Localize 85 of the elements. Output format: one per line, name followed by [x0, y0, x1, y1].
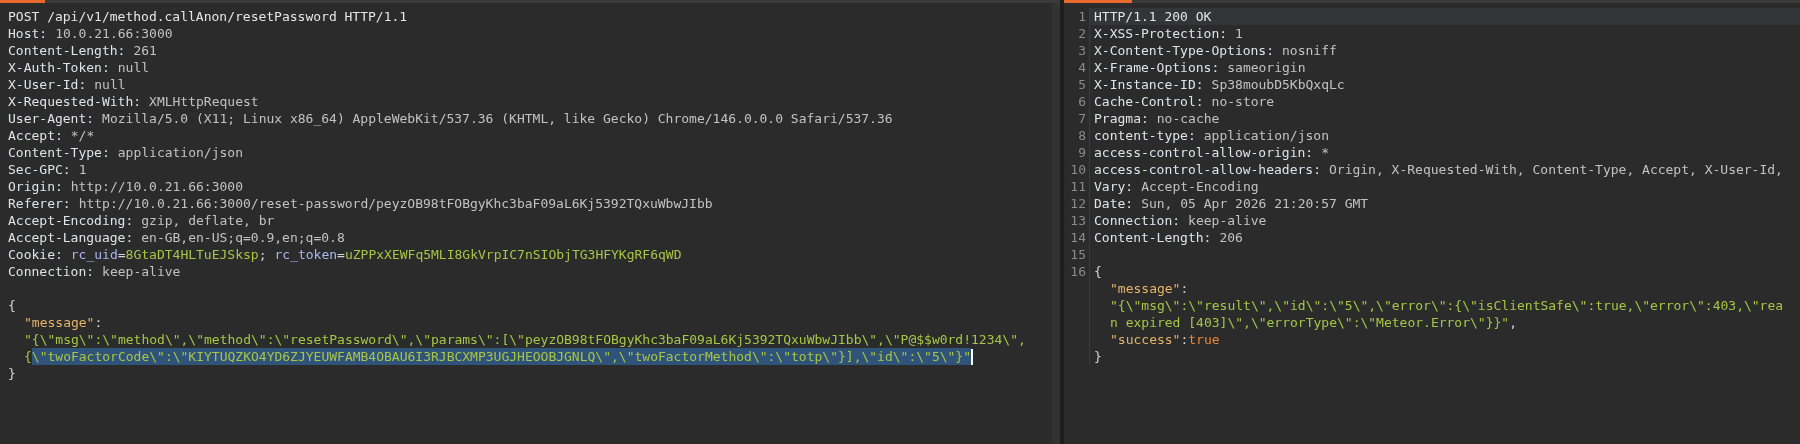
status-line: HTTP/1.1 200 OK	[1094, 8, 1212, 25]
header-value: application/json	[1203, 127, 1329, 144]
header-name: Cookie:	[8, 246, 63, 263]
header-value: http://10.0.21.66:3000	[70, 178, 243, 195]
scrollbar[interactable]	[1052, 3, 1060, 444]
header-value: *	[1321, 144, 1329, 161]
header-name: Content-Type:	[8, 144, 110, 161]
json-key: "message"	[24, 314, 95, 331]
header-value: 206	[1219, 229, 1243, 246]
header-value: Accept-Encoding	[1141, 178, 1259, 195]
header-value: Origin, X-Requested-With, Content-Type, Accept, X-User-Id,	[1329, 161, 1783, 178]
header-value: null	[117, 59, 150, 76]
json-string: "{\"msg\":\"result\",\"id\":\"5\",\"error\":{\"isClientSafe\":true,\"error\":403,\"rea	[1110, 297, 1784, 314]
header-value: null	[94, 76, 126, 93]
header-name: User-Agent:	[8, 110, 95, 127]
header-name: Pragma:	[1094, 110, 1149, 127]
json-string: \"twoFactorCode\":\"KIYTUQZKO4YD6ZJYEUWFAMB4OBAU6I3RJBCXMP3UGJHEOOBJGNLQ\",\"twoFactorMethod\":\"totp\"}],\"id\":\"5\"}"	[31, 348, 972, 365]
punctuation: {	[1094, 263, 1102, 280]
header-name: Date:	[1094, 195, 1134, 212]
punctuation: }	[8, 365, 16, 382]
header-name: Connection:	[1094, 212, 1181, 229]
json-boolean: true	[1188, 331, 1220, 348]
header-value: 261	[133, 42, 157, 59]
header-name: X-XSS-Protection:	[1094, 25, 1228, 42]
header-name: X-Auth-Token:	[8, 59, 110, 76]
json-key: "message"	[1110, 280, 1181, 297]
header-name: X-Frame-Options:	[1094, 59, 1220, 76]
json-string: "{\"msg\":\"method\",\"method\":\"resetPassword\",\"params\":[\"peyzOB98tFOBgyKhc3baF09aL6Kj5392TQxuWbwJIbb\",\"P@$$w0rd!1234\",	[24, 331, 1026, 348]
request-line: POST /api/v1/method.callAnon/resetPassword HTTP/1.1	[8, 8, 409, 25]
cookie-name: rc_uid	[70, 246, 118, 263]
header-name: X-User-Id:	[8, 76, 87, 93]
header-value: no-store	[1211, 93, 1275, 110]
header-name: Origin:	[8, 178, 63, 195]
punctuation: :	[94, 314, 103, 331]
header-value: keep-alive	[102, 263, 181, 280]
header-name: Cache-Control:	[1094, 93, 1204, 110]
header-value: no-cache	[1156, 110, 1220, 127]
header-name: Connection:	[8, 263, 95, 280]
header-value: 1	[78, 161, 87, 178]
punctuation: ,	[1509, 314, 1517, 331]
header-name: Accept-Encoding:	[8, 212, 134, 229]
header-value: 10.0.21.66:3000	[55, 25, 173, 42]
header-value: sameorigin	[1227, 59, 1306, 76]
header-value: Sp38moubD5KbQxqLc	[1211, 76, 1345, 93]
header-name: access-control-allow-origin:	[1094, 144, 1314, 161]
header-value: en-GB,en-US;q=0.9,en;q=0.8	[141, 229, 345, 246]
cookie-value: uZPPxXEWFq5MLI8GkVrpIC7nSIObjTG3HFYKgRF6qWD	[344, 246, 682, 263]
header-name: Referer:	[8, 195, 71, 212]
cookie-name: rc_token	[274, 246, 338, 263]
header-name: Accept-Language:	[8, 229, 134, 246]
header-value: XMLHttpRequest	[149, 93, 259, 110]
header-name: Vary:	[1094, 178, 1134, 195]
header-name: Host:	[8, 25, 48, 42]
header-name: Content-Length:	[1094, 229, 1212, 246]
header-value: keep-alive	[1188, 212, 1267, 229]
header-name: X-Requested-With:	[8, 93, 142, 110]
cookie-value: 8GtaDT4HLTuEJSksp	[125, 246, 259, 263]
header-name: access-control-allow-headers:	[1094, 161, 1321, 178]
punctuation: ;	[258, 246, 267, 263]
header-name: Content-Length:	[8, 42, 126, 59]
header-name: X-Instance-ID:	[1094, 76, 1204, 93]
tab-indicator	[1064, 0, 1132, 3]
header-value: */*	[70, 127, 95, 144]
punctuation: {	[8, 297, 16, 314]
header-value: Sun, 05 Apr 2026 21:20:57 GMT	[1141, 195, 1369, 212]
json-key: "success"	[1110, 331, 1181, 348]
header-value: http://10.0.21.66:3000/reset-password/peyzOB98tFOBgyKhc3baF09aL6Kj5392TQxuWbwJIbb	[78, 195, 713, 212]
header-name: Accept:	[8, 127, 63, 144]
punctuation: =	[337, 246, 345, 263]
header-name: X-Content-Type-Options:	[1094, 42, 1274, 59]
punctuation: :	[1180, 331, 1189, 348]
header-value: gzip, deflate, br	[141, 212, 275, 229]
header-name: content-type:	[1094, 127, 1196, 144]
line-number: 1	[1064, 8, 1090, 25]
punctuation: =	[117, 246, 126, 263]
header-value: application/json	[117, 144, 243, 161]
header-value: 1	[1235, 25, 1243, 42]
tab-indicator	[0, 0, 45, 3]
json-string: n expired [403]\",\"errorType\":\"Meteor.Error\"}}"	[1110, 314, 1510, 331]
header-value: nosniff	[1282, 42, 1337, 59]
punctuation: :	[1180, 280, 1189, 297]
header-value: Mozilla/5.0 (X11; Linux x86_64) AppleWebKit/537.36 (KHTML, like Gecko) Chrome/146.0.0.0 Safari/537.36	[102, 110, 893, 127]
header-name: Sec-GPC:	[8, 161, 71, 178]
json-string: {	[24, 348, 32, 365]
punctuation: }	[1094, 348, 1102, 365]
